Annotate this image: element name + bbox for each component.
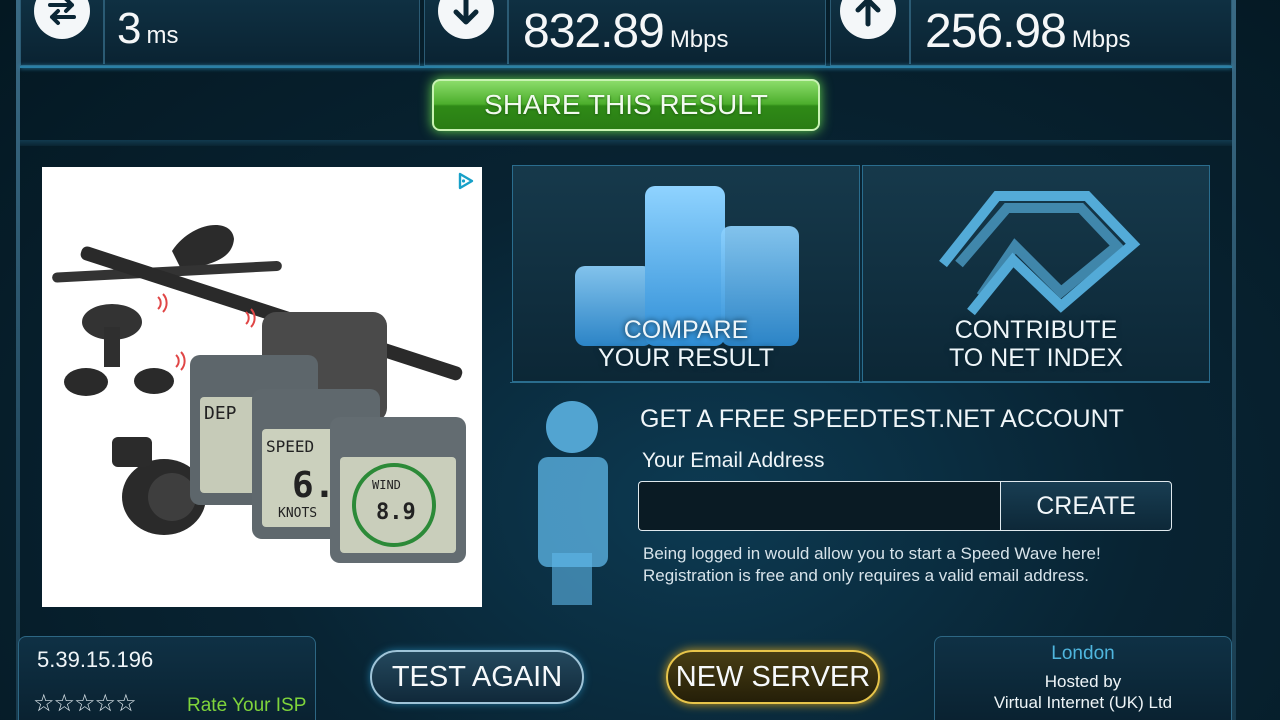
display-label: 6.: [292, 465, 335, 506]
ip-address: 5.39.15.196: [37, 647, 154, 672]
email-input[interactable]: [638, 481, 1000, 531]
display-label: WIND: [372, 478, 401, 492]
upload-arrow-icon: [840, 0, 896, 39]
anemometer-cup: [64, 368, 108, 396]
star-icon[interactable]: ☆: [95, 689, 116, 717]
top-divider: [20, 66, 1232, 68]
section-band: [20, 140, 1232, 146]
right-frame: [1232, 0, 1236, 720]
download-value: 832.89 Mbps: [523, 4, 729, 59]
upload-unit: Mbps: [1071, 26, 1131, 53]
email-label: Your Email Address: [642, 449, 825, 472]
person-icon: [538, 401, 608, 605]
display-label: 8.9: [376, 500, 416, 525]
download-arrow-icon: [438, 0, 494, 39]
ad-product-image: DEP SPEED 6. KNOTS WIND 8.9: [52, 225, 466, 563]
anemometer-stem: [104, 327, 120, 367]
display-label: SPEED: [266, 437, 314, 456]
account-note-line1: Being logged in would allow you to start…: [643, 544, 1101, 563]
anemometer-cup: [134, 368, 174, 394]
server-city: London: [1051, 643, 1115, 664]
star-icon[interactable]: ☆: [54, 689, 75, 717]
share-result-button[interactable]: SHARE THIS RESULT: [432, 79, 820, 131]
star-rating[interactable]: ☆☆☆☆☆: [33, 689, 137, 717]
rate-isp-link[interactable]: Rate Your ISP: [187, 695, 306, 717]
display-label: DEP: [204, 403, 237, 424]
download-number: 832.89: [523, 5, 665, 58]
star-icon[interactable]: ☆: [74, 689, 95, 717]
ping-arrows-icon: [34, 0, 90, 39]
contribute-net-index-tile[interactable]: CONTRIBUTE TO NET INDEX: [862, 165, 1210, 382]
panel-divider: [909, 0, 911, 64]
upload-number: 256.98: [925, 5, 1067, 58]
star-icon[interactable]: ☆: [33, 689, 54, 717]
upload-value: 256.98 Mbps: [925, 4, 1131, 59]
wind-display: WIND 8.9: [330, 417, 466, 563]
download-panel: 832.89 Mbps: [424, 0, 826, 66]
display-label: KNOTS: [278, 506, 317, 521]
hosted-by-label: Hosted by: [1044, 672, 1122, 691]
account-note-line2: Registration is free and only requires a…: [643, 566, 1090, 585]
contribute-label-line1: CONTRIBUTE: [954, 316, 1118, 344]
transducer-stem: [112, 437, 152, 467]
contribute-label: CONTRIBUTE TO NET INDEX: [863, 316, 1209, 372]
panel-divider: [507, 0, 509, 64]
test-again-button[interactable]: TEST AGAIN: [370, 650, 584, 704]
account-note: Being logged in would allow you to start…: [643, 543, 1101, 587]
compare-result-tile[interactable]: COMPARE YOUR RESULT: [512, 165, 860, 382]
create-account-button[interactable]: CREATE: [1000, 481, 1172, 531]
hosted-by: Hosted by Virtual Internet (UK) Ltd: [935, 671, 1231, 713]
new-server-button[interactable]: NEW SERVER: [666, 650, 880, 704]
star-icon[interactable]: ☆: [115, 689, 136, 717]
ping-panel: 3 ms: [20, 0, 420, 66]
upload-panel: 256.98 Mbps: [830, 0, 1232, 66]
account-title: GET A FREE SPEEDTEST.NET ACCOUNT: [640, 405, 1124, 433]
ping-value: 3 ms: [117, 4, 178, 54]
compare-label: COMPARE YOUR RESULT: [513, 316, 859, 372]
transducer-face: [148, 473, 196, 521]
server-panel: London Hosted by Virtual Internet (UK) L…: [934, 636, 1232, 720]
adchoices-icon[interactable]: [456, 171, 476, 191]
panel-divider: [103, 0, 105, 64]
free-account-section: GET A FREE SPEEDTEST.NET ACCOUNT Your Em…: [510, 382, 1210, 605]
isp-panel: 5.39.15.196 ☆☆☆☆☆ Rate Your ISP: [18, 636, 316, 720]
ping-unit: ms: [146, 22, 179, 49]
ping-number: 3: [117, 4, 142, 53]
contribute-label-line2: TO NET INDEX: [948, 344, 1124, 372]
left-frame: [16, 0, 20, 720]
host-name: Virtual Internet (UK) Ltd: [993, 693, 1173, 712]
download-unit: Mbps: [669, 26, 729, 53]
advertisement[interactable]: DEP SPEED 6. KNOTS WIND 8.9: [42, 167, 482, 607]
compare-label-line1: COMPARE: [623, 316, 749, 344]
compare-label-line2: YOUR RESULT: [598, 344, 774, 372]
